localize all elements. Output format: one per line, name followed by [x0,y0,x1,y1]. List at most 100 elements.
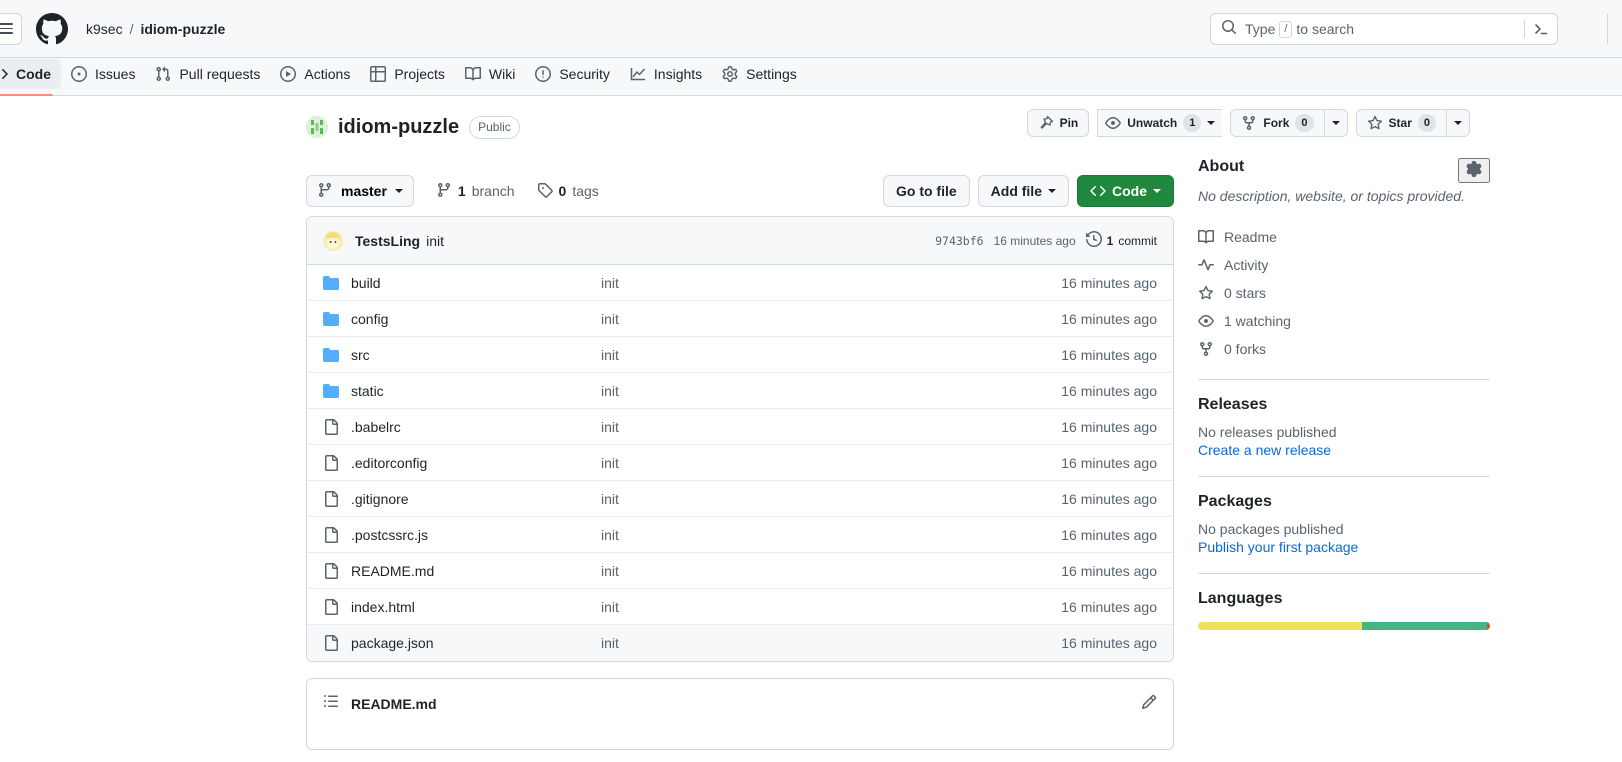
releases-empty-text: No releases published [1198,424,1337,440]
list-unordered-icon[interactable] [323,693,339,714]
file-commit-message[interactable]: init [601,275,1061,291]
tab-settings[interactable]: Settings [712,59,807,89]
pin-button[interactable]: Pin [1026,109,1090,137]
commit-message[interactable]: init [426,233,444,249]
fork-icon [1198,341,1214,357]
commit-history-link[interactable]: 1 commit [1085,230,1157,250]
table-row[interactable]: config init 16 minutes ago [307,301,1173,337]
language-segment-javascript[interactable] [1198,622,1362,630]
commit-author[interactable]: TestsLing [355,233,420,249]
unwatch-button[interactable]: Unwatch 1 [1097,109,1223,137]
releases-section: Releases No releases published Create a … [1198,396,1490,460]
file-commit-message[interactable]: init [601,491,1061,507]
breadcrumb-owner[interactable]: k9sec [86,21,123,37]
language-bar[interactable] [1198,622,1490,630]
tab-label: Issues [95,66,136,82]
fork-dropdown-button[interactable] [1323,109,1348,137]
branch-selector-button[interactable]: master [306,175,414,207]
file-commit-message[interactable]: init [601,599,1061,615]
table-row[interactable]: index.html init 16 minutes ago [307,589,1173,625]
search-input[interactable]: Type / to search [1210,13,1558,45]
edit-pencil-icon[interactable] [1141,694,1157,715]
tab-issues[interactable]: Issues [61,59,145,89]
file-name-link[interactable]: build [351,275,601,291]
file-name-link[interactable]: .editorconfig [351,455,601,471]
table-row[interactable]: static init 16 minutes ago [307,373,1173,409]
file-name-link[interactable]: .gitignore [351,491,601,507]
tab-code[interactable]: Code [0,59,61,96]
unwatch-label: Unwatch [1127,116,1178,130]
file-icon [323,526,339,543]
file-commit-message[interactable]: init [601,635,1061,651]
file-commit-message[interactable]: init [601,455,1061,471]
language-segment-html[interactable] [1487,622,1490,630]
go-to-file-button[interactable]: Go to file [882,175,970,207]
file-name-link[interactable]: .postcssrc.js [351,527,601,543]
stars-link[interactable]: 0 stars [1198,279,1490,307]
publish-package-link[interactable]: Publish your first package [1198,539,1358,555]
file-name-link[interactable]: .babelrc [351,419,601,435]
branches-link[interactable]: 1 branch [436,182,515,201]
file-commit-message[interactable]: init [601,563,1061,579]
create-release-link[interactable]: Create a new release [1198,442,1331,458]
table-row[interactable]: .gitignore init 16 minutes ago [307,481,1173,517]
tab-projects[interactable]: Projects [360,59,455,89]
watchers-link[interactable]: 1 watching [1198,307,1490,335]
language-segment-vue[interactable] [1361,622,1488,630]
forks-link[interactable]: 0 forks [1198,335,1490,363]
file-name-link[interactable]: package.json [351,635,601,651]
code-button[interactable]: Code [1077,175,1174,207]
gear-icon [722,66,738,82]
table-row[interactable]: package.json init 16 minutes ago [307,625,1173,661]
activity-link[interactable]: Activity [1198,251,1490,279]
file-name-link[interactable]: README.md [351,563,601,579]
star-count: 0 [1417,114,1436,132]
terminal-icon[interactable] [1533,21,1551,37]
tag-count: 0 [558,183,567,199]
file-commit-message[interactable]: init [601,383,1061,399]
tab-label: Code [16,66,51,82]
tab-label: Wiki [488,66,516,82]
star-button[interactable]: Star 0 [1355,109,1446,137]
watch-count: 1 [1183,114,1202,132]
folder-icon [323,347,339,363]
file-commit-message[interactable]: init [601,419,1061,435]
commit-sha[interactable]: 9743bf6 [935,234,983,248]
file-name-link[interactable]: config [351,311,601,327]
hamburger-menu-button[interactable] [0,12,22,45]
edit-repository-details-button[interactable] [1458,158,1490,183]
packages-empty-text: No packages published [1198,521,1344,537]
commit-author-avatar[interactable] [323,230,343,251]
github-logo-icon[interactable] [36,12,68,45]
readme-link[interactable]: Readme [1198,223,1490,251]
tab-security[interactable]: Security [525,59,620,89]
table-row[interactable]: .postcssrc.js init 16 minutes ago [307,517,1173,553]
fork-count: 0 [1295,114,1314,132]
file-name-link[interactable]: static [351,383,601,399]
table-row[interactable]: README.md init 16 minutes ago [307,553,1173,589]
star-dropdown-button[interactable] [1446,109,1470,137]
tab-wiki[interactable]: Wiki [455,59,525,89]
page-title[interactable]: idiom-puzzle [338,116,459,139]
fork-button[interactable]: Fork 0 [1230,109,1324,137]
tags-link[interactable]: 0 tags [537,182,599,201]
file-name-link[interactable]: src [351,347,601,363]
languages-section: Languages [1198,590,1490,630]
table-row[interactable]: src init 16 minutes ago [307,337,1173,373]
add-file-button[interactable]: Add file [977,175,1069,207]
tab-pull-requests[interactable]: Pull requests [145,59,270,89]
file-name-link[interactable]: index.html [351,599,601,615]
branch-icon [436,182,452,201]
table-row[interactable]: build init 16 minutes ago [307,265,1173,301]
breadcrumb-repo[interactable]: idiom-puzzle [140,21,225,37]
sidebar-item-label: Readme [1224,229,1277,245]
tab-insights[interactable]: Insights [620,59,712,89]
tab-actions[interactable]: Actions [270,59,360,89]
file-commit-message[interactable]: init [601,311,1061,327]
file-commit-message[interactable]: init [601,527,1061,543]
search-container: Type / to search [1210,13,1558,45]
file-commit-message[interactable]: init [601,347,1061,363]
sidebar-item-label: 0 forks [1224,341,1267,357]
table-row[interactable]: .editorconfig init 16 minutes ago [307,445,1173,481]
table-row[interactable]: .babelrc init 16 minutes ago [307,409,1173,445]
